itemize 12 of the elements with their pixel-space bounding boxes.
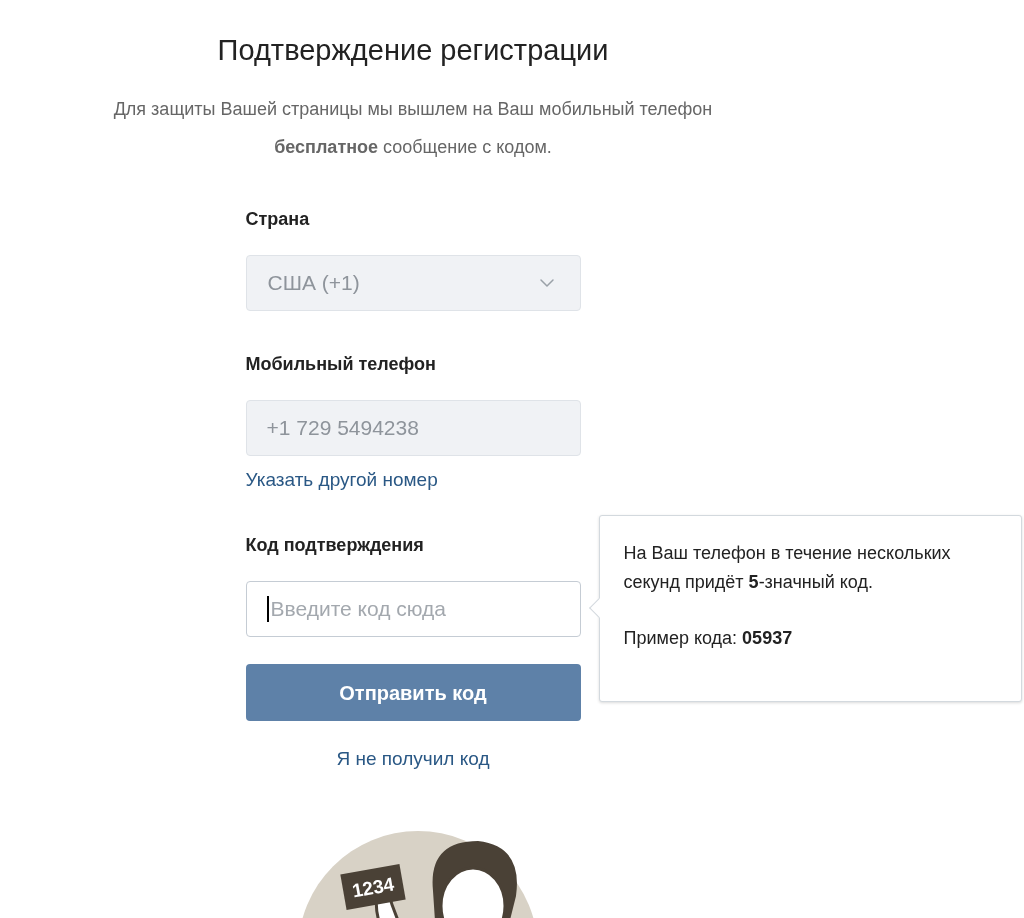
sign-number: 1234 (350, 873, 396, 902)
resend-link[interactable]: Я не получил код (336, 747, 490, 771)
tooltip-text: На Ваш телефон в течение нескольких секунд придёт 5-значный код. (623, 542, 952, 594)
text-cursor (266, 596, 269, 622)
input-field[interactable]: Введите код сюда (245, 581, 581, 637)
field-label: Мобильный телефон (245, 353, 437, 375)
tooltip-text: Пример кода: 05937 (623, 627, 794, 650)
field-label: Страна (245, 208, 311, 230)
send-code-button[interactable]: Отправить код (245, 664, 581, 721)
field-label: Код подтверждения (245, 534, 425, 556)
intro-text: Для защиты Вашей страницы мы вышлем на Ваш мобильный телефон бесплатное сообщение с кодом. (112, 98, 714, 159)
page-title: Подтверждение регистрации (217, 33, 609, 68)
